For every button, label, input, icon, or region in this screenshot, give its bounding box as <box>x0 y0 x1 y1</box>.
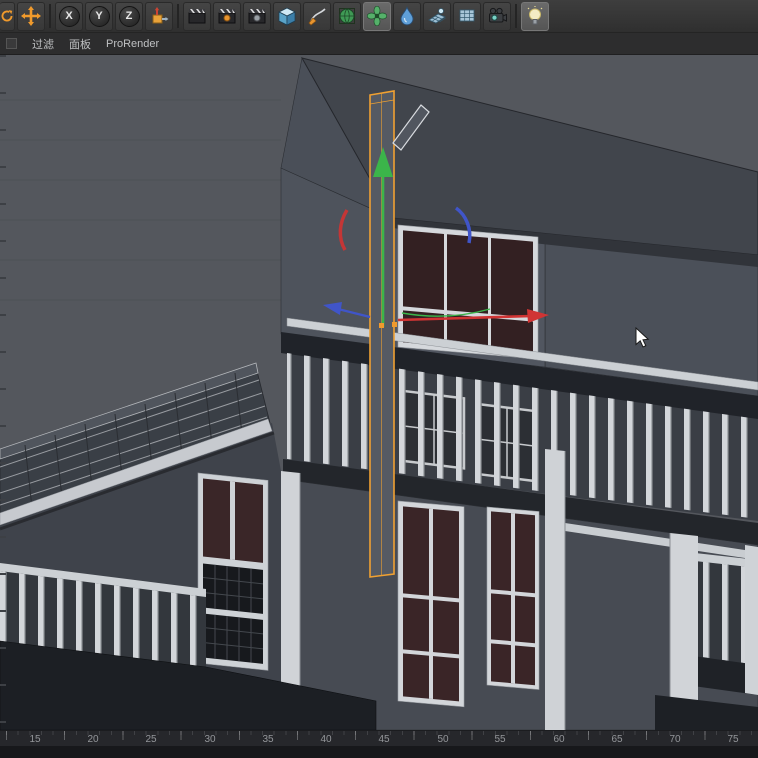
porch-post-far-right <box>745 545 758 695</box>
camera-button[interactable] <box>483 1 511 31</box>
left-shutter-window <box>197 472 269 671</box>
rotate-tool-button[interactable] <box>0 1 15 31</box>
ruler-label: 15 <box>29 734 41 745</box>
subdivision-surface-button[interactable] <box>333 1 361 31</box>
ruler-label: 30 <box>204 734 216 745</box>
floor-button[interactable] <box>423 1 451 31</box>
gizmo-origin-dot[interactable] <box>392 322 397 327</box>
ruler-label: 70 <box>669 734 681 745</box>
add-cube-button[interactable] <box>273 1 301 31</box>
ruler-label: 40 <box>320 734 332 745</box>
mouse-cursor <box>635 326 651 349</box>
coordinate-system-button[interactable] <box>145 1 173 31</box>
cursor-arrow-icon <box>635 326 650 348</box>
toolbar-separator <box>49 4 51 28</box>
deformer-drop-icon <box>400 6 414 26</box>
spline-pen-button[interactable] <box>303 1 331 31</box>
toolbar-separator <box>515 4 517 28</box>
coordinate-system-icon <box>152 7 169 24</box>
camera-icon <box>489 7 507 23</box>
deformer-button[interactable] <box>393 1 421 31</box>
gizmo-origin-dot[interactable] <box>379 323 384 328</box>
move-icon <box>21 6 41 26</box>
lower-window-2 <box>486 506 540 690</box>
floor-grid-icon <box>428 8 446 24</box>
toolbar-separator <box>177 4 179 28</box>
axis-x-label: X <box>65 10 73 22</box>
render-view-icon <box>188 9 206 24</box>
viewport-3d[interactable] <box>0 55 758 730</box>
axis-x-lock-button[interactable]: X <box>55 1 83 31</box>
move-tool-button[interactable] <box>17 1 45 31</box>
porch-post-right <box>670 533 698 703</box>
vertical-ruler-ticks <box>0 55 6 730</box>
ruler-label: 65 <box>611 734 623 745</box>
render-settings-icon <box>248 9 266 24</box>
axis-y-lock-button[interactable]: Y <box>85 1 113 31</box>
light-bulb-icon <box>527 6 543 25</box>
ruler-label: 50 <box>437 734 449 745</box>
render-picture-viewer-icon <box>218 9 236 24</box>
axis-y-label: Y <box>95 10 103 22</box>
menu-item-prorender[interactable]: ProRender <box>106 38 159 50</box>
stage-grid-icon <box>459 9 475 22</box>
render-view-button[interactable] <box>183 1 211 31</box>
ruler-label: 55 <box>494 734 506 745</box>
toolbar: X Y Z <box>0 0 758 33</box>
ruler-label: 60 <box>553 734 565 745</box>
mograph-button[interactable] <box>363 1 391 31</box>
render-picture-viewer-button[interactable] <box>213 1 241 31</box>
ruler-label: 45 <box>378 734 390 745</box>
lower-window-1 <box>397 500 465 708</box>
ruler-label: 20 <box>87 734 99 745</box>
menu-grid-icon[interactable] <box>6 38 17 49</box>
cube-icon <box>278 7 296 26</box>
ruler-label: 25 <box>145 734 157 745</box>
viewport-menu-bar: 过滤 面板 ProRender <box>0 33 758 55</box>
app-window: X Y Z 过滤 面板 ProRender 15 20 25 30 35 40 … <box>0 0 758 758</box>
axis-z-label: Z <box>125 10 133 22</box>
light-button[interactable] <box>521 1 549 31</box>
bottom-strip <box>0 746 758 758</box>
menu-item-filter[interactable]: 过滤 <box>32 36 54 52</box>
axis-z-lock-button[interactable]: Z <box>115 1 143 31</box>
menu-item-panel[interactable]: 面板 <box>69 36 91 52</box>
scene-3d-house <box>0 55 758 730</box>
timeline-ruler[interactable]: 15 20 25 30 35 40 45 50 55 60 65 70 75 <box>0 730 758 746</box>
render-settings-button[interactable] <box>243 1 271 31</box>
mograph-icon <box>367 6 387 26</box>
subdivision-sphere-icon <box>339 8 355 24</box>
ruler-label: 75 <box>727 734 739 745</box>
corner-post-mid <box>545 449 565 730</box>
stage-button[interactable] <box>453 1 481 31</box>
ruler-label: 35 <box>262 734 274 745</box>
rotate-icon <box>1 10 13 22</box>
spline-pen-icon <box>308 8 326 26</box>
